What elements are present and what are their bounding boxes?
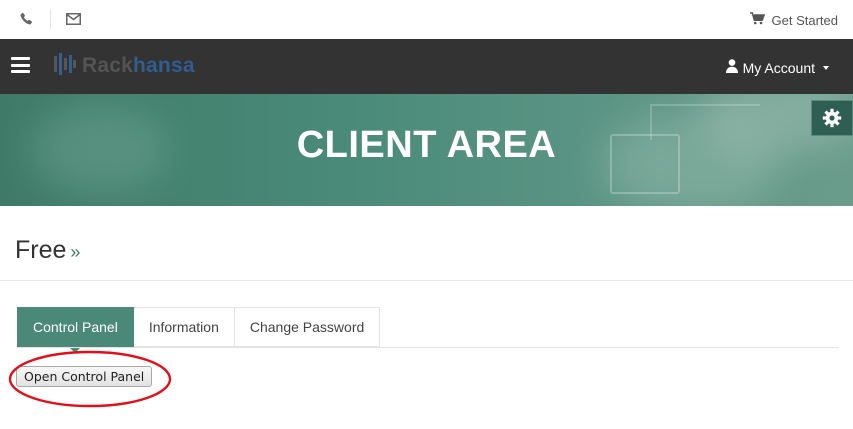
page-title-text: Free [15, 236, 67, 264]
logo-text-part1: Rack [82, 54, 134, 77]
chevron-down-icon [823, 65, 829, 70]
envelope-icon[interactable] [65, 11, 81, 27]
logo-text: Rackhansa [82, 54, 195, 78]
logo[interactable]: Rackhansa [54, 52, 195, 80]
my-account-label: My Account [742, 59, 815, 76]
my-account-dropdown[interactable]: My Account [725, 59, 829, 76]
top-contact-bar: Get Started [0, 0, 853, 39]
divider [0, 280, 853, 281]
breadcrumb-arrow: » [70, 242, 81, 262]
tab-change-password[interactable]: Change Password [234, 307, 381, 347]
get-started-label: Get Started [771, 12, 838, 28]
tab-control-panel[interactable]: Control Panel [17, 307, 134, 353]
open-control-panel-button[interactable]: Open Control Panel [16, 366, 153, 387]
separator [50, 9, 51, 29]
user-icon [725, 59, 738, 76]
hamburger-icon[interactable] [11, 57, 30, 73]
tab-information[interactable]: Information [133, 307, 235, 347]
tabs-underline [17, 347, 839, 348]
logo-mark-icon [54, 52, 76, 80]
hero-title: CLIENT AREA [296, 124, 557, 166]
gear-icon[interactable] [811, 100, 853, 136]
hero-banner: CLIENT AREA [0, 94, 853, 206]
get-started-link[interactable]: Get Started [749, 11, 838, 29]
logo-text-part2: hansa [133, 54, 195, 77]
page-title: Free» [15, 236, 80, 265]
phone-icon[interactable] [18, 11, 34, 27]
main-navbar: Rackhansa My Account [0, 39, 853, 94]
cart-icon [749, 12, 765, 28]
service-tabs: Control Panel Information Change Passwor… [17, 307, 381, 353]
